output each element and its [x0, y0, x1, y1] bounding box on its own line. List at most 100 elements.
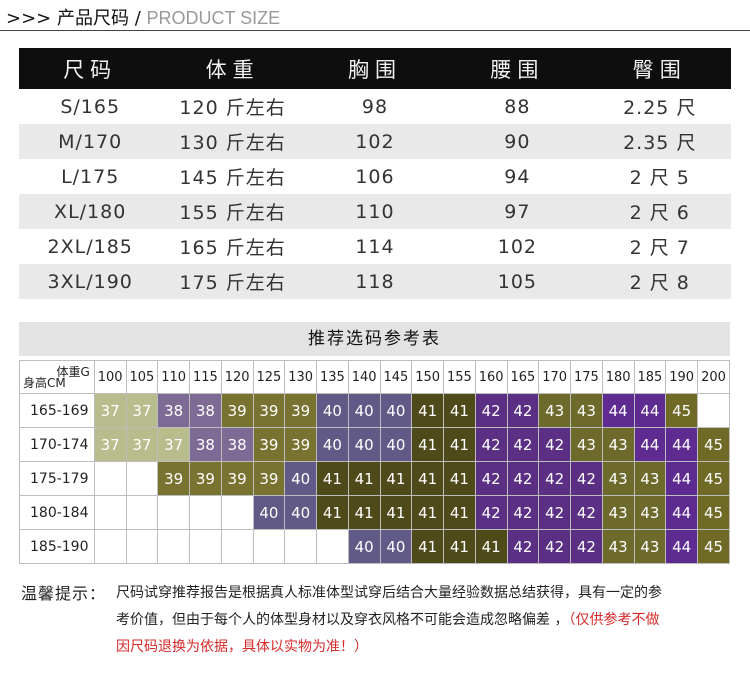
size-recommendation-cell: 37: [125, 393, 159, 428]
size-recommendation-cell: 42: [538, 529, 572, 564]
size-column-header: 腰围: [446, 48, 589, 89]
size-recommendation-cell: 41: [347, 495, 381, 530]
size-recommendation-cell: 42: [474, 393, 508, 428]
weight-header-cell: 135: [316, 360, 349, 394]
empty-cell: [157, 495, 191, 530]
size-cell: 97: [446, 194, 589, 229]
size-cell: 2.35 尺: [588, 124, 731, 159]
empty-cell: [93, 495, 127, 530]
empty-cell: [125, 495, 159, 530]
size-table: 尺码 体重 胸围 腰围 臀围 S/165 120 斤左右 98 88 2.25 尺 M/170 13…: [19, 48, 731, 299]
size-recommendation-cell: 38: [157, 393, 191, 428]
empty-cell: [284, 529, 318, 564]
size-cell: 98: [361, 95, 389, 118]
size-recommendation-cell: 41: [379, 495, 413, 530]
size-recommendation-cell: 40: [252, 495, 286, 530]
size-cell: 102: [303, 124, 447, 159]
size-recommendation-cell: 43: [601, 495, 635, 530]
reference-table: 体重G 身高CM 100 105 110 115 120 125 130 135 140 145 150…: [19, 360, 730, 564]
size-recommendation-cell: 43: [601, 461, 635, 496]
size-recommendation-cell: 43: [601, 427, 635, 462]
height-label-cell: 175-179: [19, 461, 95, 496]
weight-header-cell: 150: [411, 360, 445, 394]
size-recommendation-cell: 45: [665, 393, 699, 428]
size-recommendation-cell: 41: [347, 461, 381, 496]
height-row: 175-179 39 39 39 39 40 41 41 41 41 41 42 42 42 42 43 43 4…: [19, 461, 730, 496]
size-recommendation-cell: 41: [443, 427, 476, 462]
weight-header-cell: 105: [125, 360, 159, 394]
empty-cell: [220, 529, 254, 564]
height-label-cell: 180-184: [19, 495, 95, 530]
size-recommendation-cell: 42: [538, 495, 572, 530]
size-recommendation-cell: 43: [601, 529, 635, 564]
size-recommendation-cell: 39: [252, 427, 286, 462]
size-recommendation-cell: 42: [506, 495, 540, 530]
size-recommendation-cell: 44: [665, 495, 699, 530]
size-recommendation-cell: 43: [570, 427, 603, 462]
size-cell: 2.25 尺: [623, 97, 697, 119]
empty-cell: [93, 461, 127, 496]
size-recommendation-cell: 44: [601, 393, 635, 428]
size-row: 2XL/185 165 斤左右 114 102 2 尺 7: [19, 229, 731, 264]
weight-header-cell: 120: [220, 360, 254, 394]
empty-cell: [220, 495, 254, 530]
size-recommendation-cell: 39: [189, 461, 222, 496]
size-cell: 2 尺 6: [588, 194, 731, 229]
weight-header-cell: 125: [252, 360, 286, 394]
size-recommendation-cell: 42: [506, 461, 540, 496]
size-recommendation-cell: 44: [665, 529, 699, 564]
size-cell: 130 斤左右: [161, 124, 304, 159]
size-recommendation-cell: 42: [570, 529, 603, 564]
size-recommendation-cell: 39: [220, 393, 254, 428]
weight-header-cell: 180: [601, 360, 635, 394]
size-recommendation-cell: 45: [697, 461, 730, 496]
height-row: 180-184 40 40 41 41 41 41 41 42 42 42 42 43 43 44 45: [19, 495, 730, 530]
weight-header-cell: 130: [284, 360, 318, 394]
size-recommendation-cell: 41: [474, 529, 508, 564]
size-row: XL/180 155 斤左右 110 97 2 尺 6: [19, 194, 731, 229]
size-recommendation-cell: 37: [93, 427, 127, 462]
size-recommendation-cell: 38: [189, 427, 222, 462]
empty-cell: [316, 529, 349, 564]
weight-header-cell: 110: [157, 360, 191, 394]
size-row: M/170 130 斤左右 102 90 2.35 尺: [19, 124, 731, 159]
size-recommendation-cell: 40: [284, 495, 318, 530]
size-recommendation-cell: 41: [411, 461, 445, 496]
size-cell: 2 尺 8: [588, 264, 731, 299]
tip-line-2: 考价值，但由于每个人的体型身材以及穿衣风格不可能会造成忽略偏差 ，（仅供参考不做: [116, 607, 733, 634]
size-recommendation-cell: 39: [284, 393, 318, 428]
weight-header-cell: 145: [379, 360, 413, 394]
tip-red-text-1: （仅供参考不做: [568, 612, 660, 628]
empty-cell: [252, 529, 286, 564]
size-recommendation-cell: 43: [538, 393, 572, 428]
height-label-cell: 170-174: [19, 427, 95, 462]
size-column-header: 尺码: [19, 48, 162, 89]
weight-header-cell: 100: [93, 360, 127, 394]
size-recommendation-cell: 42: [538, 427, 572, 462]
size-recommendation-cell: 41: [316, 495, 349, 530]
size-recommendation-cell: 41: [316, 461, 349, 496]
size-recommendation-cell: 42: [506, 529, 540, 564]
tip-red-text-2: 因尺码退换为依据，具体以实物为准！）: [116, 639, 368, 655]
empty-cell: [93, 529, 127, 564]
size-table-header: 尺码 体重 胸围 腰围 臀围: [19, 48, 731, 89]
size-recommendation-cell: 44: [665, 427, 699, 462]
size-recommendation-cell: 44: [665, 461, 699, 496]
size-recommendation-cell: 42: [538, 461, 572, 496]
size-recommendation-cell: 45: [697, 529, 730, 564]
tip-label: 温馨提示：: [21, 584, 107, 603]
size-recommendation-cell: 40: [347, 529, 381, 564]
size-cell: 145 斤左右: [179, 167, 286, 189]
size-recommendation-cell: 40: [379, 529, 413, 564]
size-cell: 105: [446, 264, 589, 299]
size-recommendation-cell: 40: [347, 427, 381, 462]
tip-line-1: 尺码试穿推荐报告是根据真人标准体型试穿后结合大量经验数据总结获得，具有一定的参: [116, 585, 662, 601]
size-cell: 155 斤左右: [161, 194, 304, 229]
weight-header-cell: 200: [697, 360, 730, 394]
size-recommendation-cell: 45: [697, 495, 730, 530]
size-column-header: 臀围: [588, 48, 731, 89]
weight-header-cell: 185: [633, 360, 667, 394]
size-recommendation-cell: 41: [379, 461, 413, 496]
header-divider: [0, 30, 750, 31]
size-recommendation-cell: 40: [379, 393, 413, 428]
